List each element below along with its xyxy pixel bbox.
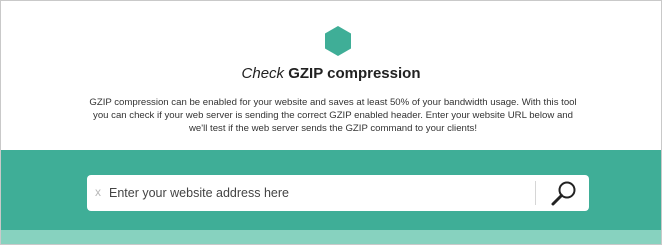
clear-icon[interactable]: x [95,185,101,199]
url-input[interactable] [109,181,533,205]
magnifier-icon [551,181,576,206]
band-bottom-strip [1,230,661,244]
search-bar: x [87,175,589,211]
title-main: GZIP compression [288,65,421,82]
hexagon-icon [325,26,351,56]
header-section: Check GZIP compression GZIP compression … [1,1,661,150]
title-prefix: Check [241,65,285,82]
page-description: GZIP compression can be enabled for your… [89,97,577,134]
search-button[interactable] [539,177,587,209]
page-title: Check GZIP compression [1,65,661,82]
page-frame: Check GZIP compression GZIP compression … [0,0,662,245]
search-divider [535,181,536,205]
